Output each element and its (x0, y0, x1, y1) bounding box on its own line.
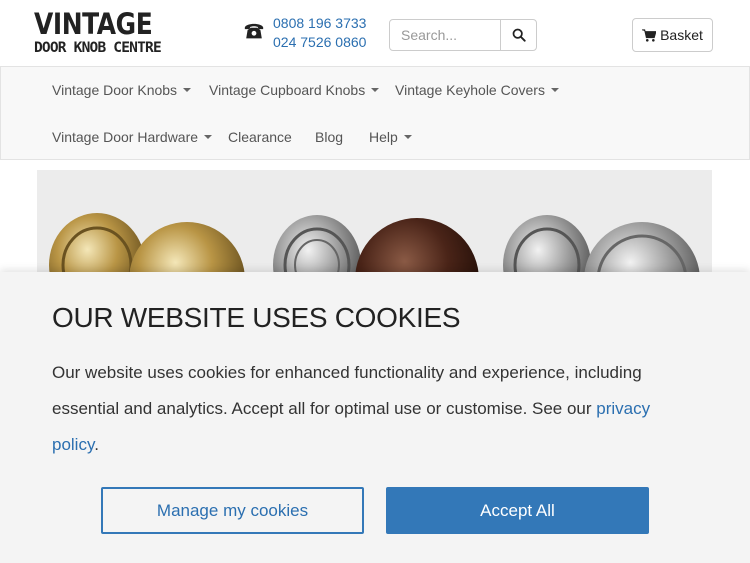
cart-icon (642, 28, 657, 42)
cookie-consent-dialog: OUR WEBSITE USES COOKIES Our website use… (0, 272, 750, 563)
contact-phones: 0808 196 3733 024 7526 0860 (273, 14, 366, 52)
nav-item-vintage-cupboard-knobs[interactable]: Vintage Cupboard Knobs (209, 82, 380, 98)
logo-line-2: DOOR KNOB CENTRE (34, 40, 162, 56)
nav-item-label: Vintage Door Knobs (52, 82, 178, 98)
search-input[interactable] (390, 20, 500, 50)
basket-label: Basket (660, 27, 703, 43)
telephone-icon (244, 23, 264, 39)
phone-number-1[interactable]: 0808 196 3733 (273, 14, 366, 33)
basket-button[interactable]: Basket (632, 18, 713, 52)
site-header: VINTAGE DOOR KNOB CENTRE 0808 196 3733 0… (0, 0, 750, 66)
cookie-body-end: . (94, 435, 99, 454)
cookie-message: Our website uses cookies for enhanced fu… (52, 355, 692, 463)
site-logo[interactable]: VINTAGE DOOR KNOB CENTRE (34, 9, 166, 61)
nav-item-vintage-door-hardware[interactable]: Vintage Door Hardware (52, 129, 213, 145)
cookie-title: OUR WEBSITE USES COOKIES (52, 302, 461, 333)
chevron-down-icon (183, 88, 192, 92)
nav-item-clearance[interactable]: Clearance (228, 129, 292, 145)
chevron-down-icon (550, 88, 559, 92)
main-navigation: Vintage Door Knobs Vintage Cupboard Knob… (0, 66, 750, 160)
chevron-down-icon (204, 135, 213, 139)
search-box (389, 19, 537, 51)
cookie-body-text: Our website uses cookies for enhanced fu… (52, 363, 642, 418)
nav-item-vintage-door-knobs[interactable]: Vintage Door Knobs (52, 82, 192, 98)
nav-item-label: Help (369, 129, 398, 145)
search-icon (512, 28, 526, 42)
nav-item-label: Blog (315, 129, 344, 145)
phone-number-2[interactable]: 024 7526 0860 (273, 33, 366, 52)
chevron-down-icon (371, 88, 380, 92)
search-button[interactable] (500, 20, 536, 50)
nav-item-help[interactable]: Help (369, 129, 412, 145)
nav-item-vintage-keyhole-covers[interactable]: Vintage Keyhole Covers (395, 82, 559, 98)
manage-cookies-button[interactable]: Manage my cookies (101, 487, 364, 534)
nav-item-label: Vintage Cupboard Knobs (209, 82, 366, 98)
nav-item-blog[interactable]: Blog (315, 129, 343, 145)
nav-item-label: Vintage Door Hardware (52, 129, 199, 145)
nav-item-label: Vintage Keyhole Covers (395, 82, 545, 98)
logo-line-1: VINTAGE (34, 7, 153, 41)
accept-all-button[interactable]: Accept All (386, 487, 649, 534)
chevron-down-icon (403, 135, 412, 139)
nav-item-label: Clearance (228, 129, 292, 145)
